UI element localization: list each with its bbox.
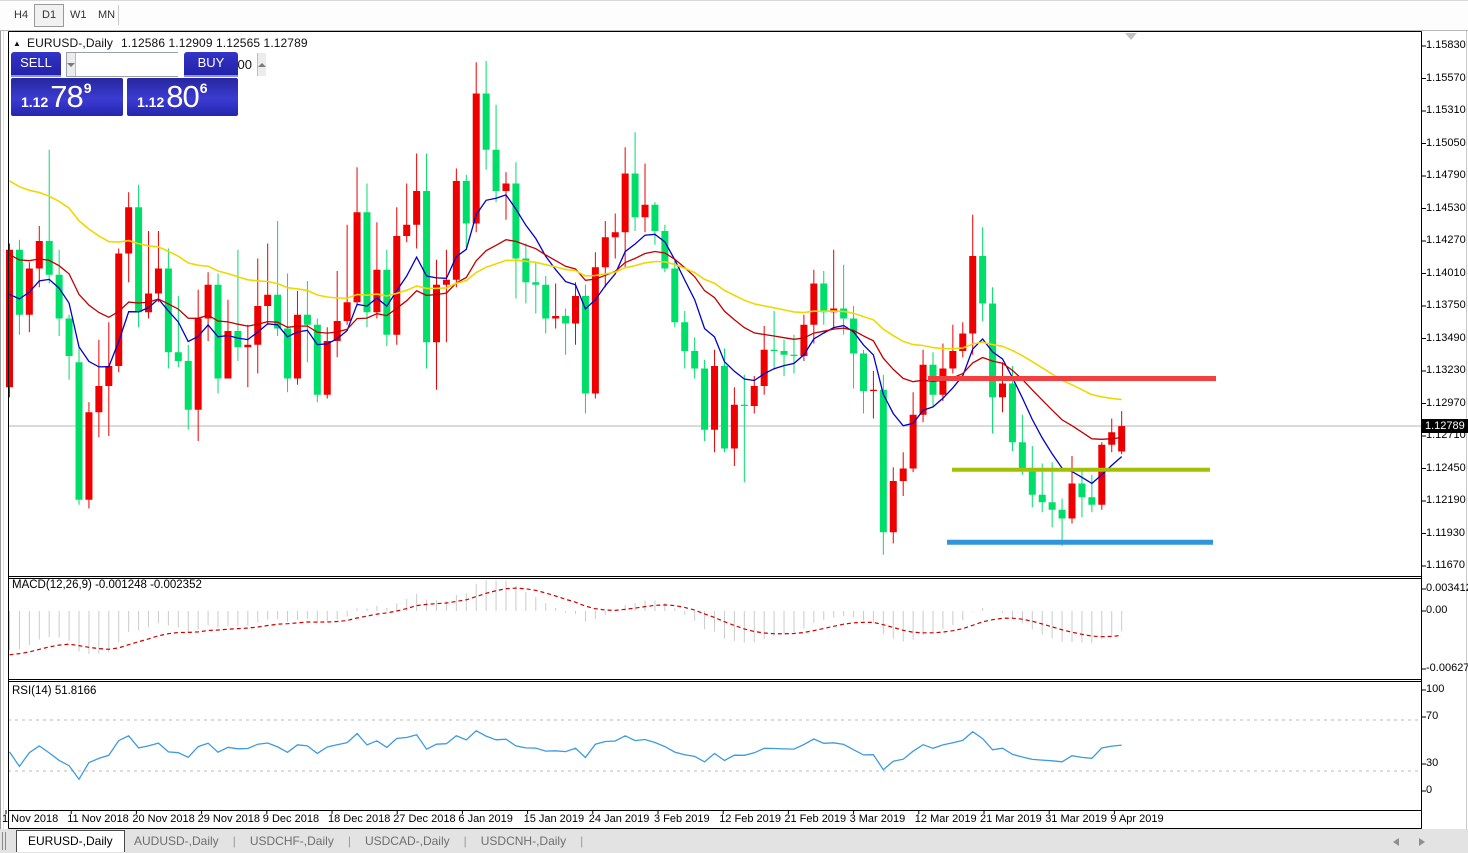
time-axis-label: 12 Mar 2019	[915, 813, 977, 825]
rsi-axis-label: 0	[1426, 784, 1432, 796]
chart-tab-usdchf[interactable]: USDCHF-,Daily	[236, 834, 348, 848]
time-axis-label: 3 Feb 2019	[654, 813, 710, 825]
chart-symbol-label: EURUSD-,Daily	[27, 36, 113, 50]
chart-title: ▲ EURUSD-,Daily 1.12586 1.12909 1.12565 1.…	[13, 36, 308, 50]
price-axis-label: 1.12710	[1426, 429, 1466, 441]
sell-price-prefix: 1.12	[21, 94, 48, 110]
buy-price-pips: 80	[166, 79, 198, 115]
time-axis-label: 12 Feb 2019	[719, 813, 781, 825]
sell-price-pips: 78	[50, 79, 82, 115]
price-axis-label: 1.15830	[1426, 39, 1466, 51]
time-axis-label: 9 Dec 2018	[263, 813, 319, 825]
chart-shift-marker-icon[interactable]	[1125, 33, 1137, 40]
price-axis-label: 1.12970	[1426, 397, 1466, 409]
macd-axis-label: 0.00	[1426, 604, 1447, 616]
time-axis-label: 18 Dec 2018	[328, 813, 390, 825]
chart-tab-usdcad[interactable]: USDCAD-,Daily	[351, 834, 464, 848]
rsi-line	[10, 731, 1122, 779]
tab-bar-handle	[2, 832, 3, 850]
chart-canvas[interactable]	[0, 0, 1468, 853]
chart-tab-usdcnh[interactable]: USDCNH-,Daily	[467, 834, 580, 848]
time-axis-label: 29 Nov 2018	[198, 813, 260, 825]
time-axis-label: 6 Jan 2019	[458, 813, 512, 825]
volume-increase-button[interactable]	[257, 53, 266, 76]
chart-tab-audusd[interactable]: AUDUSD-,Daily	[120, 834, 233, 848]
rsi-axis-label: 30	[1426, 757, 1438, 769]
candlestick-series	[6, 61, 1125, 555]
rsi-axis-label: 100	[1426, 683, 1444, 695]
macd-indicator-label: MACD(12,26,9) -0.001248 -0.002352	[12, 579, 202, 591]
price-axis-label: 1.15050	[1426, 137, 1466, 149]
price-axis-label: 1.13490	[1426, 332, 1466, 344]
volume-decrease-button[interactable]	[67, 53, 76, 76]
price-axis-label: 1.15570	[1426, 72, 1466, 84]
time-axis-label: 20 Nov 2018	[132, 813, 194, 825]
buy-price-point: 6	[200, 80, 208, 96]
time-axis-label: 21 Mar 2019	[980, 813, 1042, 825]
price-axis-label: 1.12450	[1426, 462, 1466, 474]
time-axis-label: 3 Mar 2019	[850, 813, 906, 825]
sell-button[interactable]: SELL	[11, 52, 61, 77]
buy-price-button[interactable]: 1.12806	[127, 78, 238, 116]
tab-scroll-left-icon[interactable]	[1393, 838, 1399, 846]
one-click-trading-panel: SELL BUY 1.12789 1.12806	[11, 52, 238, 116]
macd-histogram	[10, 580, 1122, 654]
price-axis-label: 1.11670	[1426, 559, 1465, 571]
chart-tabs: AUDUSD-,Daily|USDCHF-,Daily|USDCAD-,Dail…	[120, 830, 583, 852]
time-axis-label: 21 Feb 2019	[784, 813, 846, 825]
price-axis-label: 1.14530	[1426, 202, 1466, 214]
price-axis-label: 1.13750	[1426, 299, 1466, 311]
tab-bar-handle	[5, 832, 6, 850]
tab-scroll-right-icon[interactable]	[1419, 838, 1425, 846]
sell-price-button[interactable]: 1.12789	[11, 78, 123, 116]
price-axis-label: 1.14790	[1426, 169, 1466, 181]
buy-price-prefix: 1.12	[137, 94, 164, 110]
chart-ohlc-values: 1.12586 1.12909 1.12565 1.12789	[121, 36, 308, 50]
price-axis-label: 1.13230	[1426, 364, 1466, 376]
chevron-up-icon	[258, 63, 266, 67]
time-axis-label: 15 Jan 2019	[524, 813, 585, 825]
chevron-down-icon	[67, 63, 75, 67]
price-axis-label: 1.14010	[1426, 267, 1466, 279]
volume-stepper	[66, 52, 178, 77]
time-axis-label: 9 Apr 2019	[1110, 813, 1163, 825]
rsi-indicator-label: RSI(14) 51.8166	[12, 685, 96, 697]
macd-axis-label: 0.003412	[1426, 582, 1468, 594]
price-axis-label: 1.11930	[1426, 527, 1465, 539]
buy-button[interactable]: BUY	[184, 52, 238, 77]
rsi-axis-label: 70	[1426, 710, 1438, 722]
chart-tab-eurusd[interactable]: EURUSD-,Daily	[16, 830, 125, 852]
price-axis-label: 1.14270	[1426, 234, 1466, 246]
time-axis-label: 1 Nov 2018	[2, 813, 58, 825]
macd-signal-line	[10, 588, 1122, 655]
tab-separator: |	[580, 834, 583, 848]
time-axis-label: 11 Nov 2018	[67, 813, 129, 825]
macd-axis-label: -0.006271	[1426, 662, 1468, 674]
time-axis-label: 24 Jan 2019	[589, 813, 650, 825]
time-axis-label: 31 Mar 2019	[1045, 813, 1107, 825]
time-axis-label: 27 Dec 2018	[393, 813, 455, 825]
collapse-arrow-icon[interactable]: ▲	[13, 39, 21, 48]
price-axis-label: 1.12190	[1426, 494, 1466, 506]
sell-price-point: 9	[84, 80, 92, 96]
price-axis-label: 1.15310	[1426, 104, 1466, 116]
